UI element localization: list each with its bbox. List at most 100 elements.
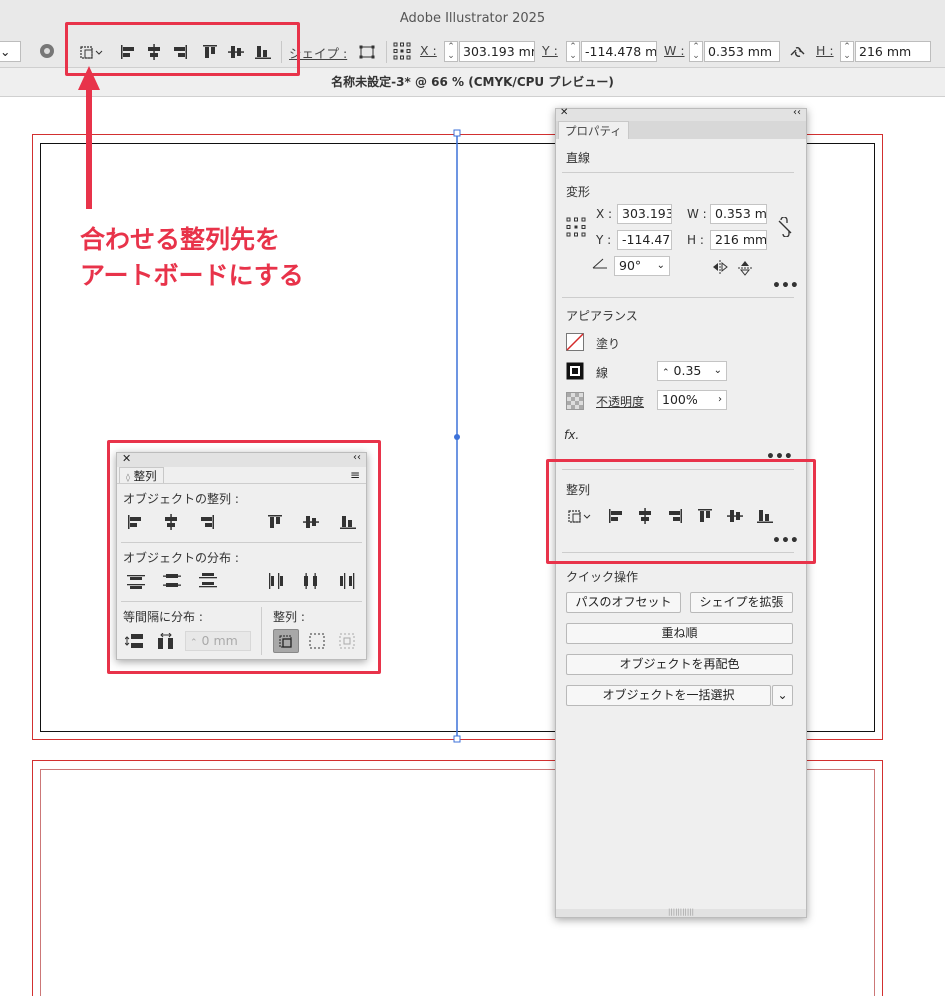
- recolor-icon[interactable]: [39, 43, 55, 62]
- vertical-spacing-icon[interactable]: [124, 633, 145, 652]
- select-same-button[interactable]: オブジェクトを一括選択: [566, 685, 771, 706]
- opacity-value: 100%: [662, 392, 698, 407]
- objects-align-label: オブジェクトの整列 :: [123, 492, 239, 506]
- select-same-dropdown-icon[interactable]: ⌄: [772, 685, 793, 706]
- align-to-key-object-icon[interactable]: [339, 633, 357, 652]
- properties-tab-label: プロパティ: [565, 124, 622, 138]
- align-panel-header[interactable]: ✕ ‹‹: [117, 452, 366, 467]
- angle-dropdown-icon[interactable]: ⌄: [657, 257, 665, 275]
- stroke-label: 線: [596, 366, 609, 380]
- panel-align-top-icon[interactable]: [267, 514, 283, 533]
- flip-vertical-icon[interactable]: [738, 260, 752, 279]
- objects-distribute-label: オブジェクトの分布 :: [123, 551, 239, 565]
- align-to-artboard-icon: [279, 635, 292, 648]
- panel-align-bottom-icon[interactable]: [339, 514, 357, 533]
- transform-h-label: H :: [687, 233, 704, 247]
- align-panel-tab[interactable]: ◊ 整列: [119, 467, 164, 483]
- distribute-hcenter-icon[interactable]: [303, 573, 321, 592]
- expand-shape-button[interactable]: シェイプを拡張: [690, 592, 793, 613]
- collapse-icon[interactable]: ‹‹: [353, 452, 361, 463]
- angle-field[interactable]: 90° ⌄: [614, 256, 670, 276]
- align-panel-tab-label: 整列: [133, 469, 157, 483]
- fill-label: 塗り: [596, 337, 621, 351]
- distribute-vcenter-icon[interactable]: [163, 573, 181, 592]
- style-dropdown[interactable]: ⌄: [0, 41, 21, 62]
- w-label: W :: [664, 43, 685, 58]
- transform-h-field[interactable]: 216 mm: [710, 230, 767, 250]
- distribute-top-icon[interactable]: [127, 573, 145, 592]
- annotation-line-1: 合わせる整列先を: [80, 225, 281, 254]
- h-stepper[interactable]: ⌃ ⌄: [840, 41, 854, 62]
- transform-x-label: X :: [596, 207, 613, 221]
- quick-actions-label: クイック操作: [566, 570, 639, 584]
- transform-more-icon[interactable]: •••: [772, 278, 799, 294]
- transform-x-field[interactable]: 303.193: [617, 204, 672, 224]
- stroke-swatch-icon[interactable]: [566, 362, 584, 383]
- distribute-bottom-icon[interactable]: [199, 573, 217, 592]
- y-stepper[interactable]: ⌃ ⌄: [566, 41, 580, 62]
- properties-tab[interactable]: プロパティ: [558, 121, 629, 139]
- w-field[interactable]: 0.353 mm: [704, 41, 780, 62]
- spacing-label: 等間隔に分布 :: [123, 610, 203, 624]
- constrain-proportions-icon[interactable]: [789, 45, 807, 62]
- annotation-line-2: アートボードにする: [80, 261, 304, 290]
- opacity-field[interactable]: 100% ›: [657, 390, 727, 410]
- fill-swatch-icon[interactable]: [566, 333, 584, 354]
- spacing-value-field[interactable]: ⌃ 0 mm: [185, 631, 251, 651]
- fx-icon[interactable]: fx.: [564, 428, 579, 442]
- transform-w-label: W :: [687, 207, 707, 221]
- app-title: Adobe Illustrator 2025: [399, 11, 546, 26]
- appearance-label: アピアランス: [566, 309, 638, 323]
- opacity-label[interactable]: 不透明度: [596, 393, 644, 410]
- align-to-artboard-button[interactable]: [273, 629, 299, 653]
- transform-label: 変形: [566, 185, 591, 199]
- x-stepper[interactable]: ⌃ ⌄: [444, 41, 458, 62]
- w-stepper[interactable]: ⌃ ⌄: [689, 41, 703, 62]
- selected-line[interactable]: [450, 128, 464, 744]
- stroke-weight-field[interactable]: ⌃ 0.35 ⌄: [657, 361, 727, 381]
- recolor-button[interactable]: オブジェクトを再配色: [566, 654, 793, 675]
- panel-resize-grip[interactable]: |||||||||||: [556, 909, 806, 917]
- properties-close-icon[interactable]: ✕: [560, 107, 568, 118]
- transform-y-field[interactable]: -114.47: [617, 230, 672, 250]
- panel-align-right-icon[interactable]: [199, 514, 215, 533]
- h-label: H :: [816, 43, 834, 58]
- align-to-selection-icon[interactable]: [309, 633, 325, 652]
- opacity-arrow-icon[interactable]: ›: [718, 391, 722, 409]
- transform-w-field[interactable]: 0.353 m: [710, 204, 767, 224]
- h-field[interactable]: 216 mm: [855, 41, 931, 62]
- transform-constrain-icon[interactable]: [777, 216, 793, 240]
- properties-align-highlight-box: [546, 459, 816, 564]
- stroke-dropdown-icon[interactable]: ⌄: [714, 362, 722, 380]
- properties-collapse-icon[interactable]: ‹‹: [793, 107, 801, 118]
- arrange-button[interactable]: 重ね順: [566, 623, 793, 644]
- object-type-label: 直線: [566, 151, 591, 165]
- panel-align-vcenter-icon[interactable]: [303, 514, 319, 533]
- angle-value: 90°: [619, 258, 642, 273]
- panel-menu-icon[interactable]: ≡: [350, 468, 360, 482]
- transform-reference-point-icon[interactable]: [566, 217, 586, 240]
- y-field[interactable]: -114.478 m: [581, 41, 657, 62]
- annotation-text: 合わせる整列先を アートボードにする: [80, 222, 304, 294]
- spacing-value-placeholder: 0 mm: [201, 633, 238, 648]
- arrow-icon: [78, 66, 100, 209]
- angle-icon: [592, 257, 608, 272]
- shape-icon[interactable]: [359, 45, 375, 62]
- align-to-label: 整列 :: [273, 610, 305, 624]
- offset-path-button[interactable]: パスのオフセット: [566, 592, 681, 613]
- horizontal-spacing-icon[interactable]: [157, 632, 175, 652]
- x-label: X :: [420, 43, 437, 58]
- panel-align-left-icon[interactable]: [127, 514, 143, 533]
- document-title: 名称未設定-3* @ 66 % (CMYK/CPU プレビュー): [331, 75, 614, 89]
- stroke-weight-value: 0.35: [673, 363, 702, 378]
- distribute-left-icon[interactable]: [267, 573, 285, 592]
- flip-horizontal-icon[interactable]: [712, 260, 728, 277]
- properties-panel-header[interactable]: ✕ ‹‹: [556, 107, 806, 121]
- close-icon[interactable]: ✕: [122, 452, 131, 465]
- distribute-right-icon[interactable]: [339, 573, 357, 592]
- x-field[interactable]: 303.193 mr: [459, 41, 535, 62]
- reference-point-icon[interactable]: [393, 42, 411, 63]
- opacity-icon: [566, 392, 584, 413]
- stroke-stepper-icon[interactable]: ⌃: [662, 368, 670, 378]
- panel-align-hcenter-icon[interactable]: [163, 514, 179, 533]
